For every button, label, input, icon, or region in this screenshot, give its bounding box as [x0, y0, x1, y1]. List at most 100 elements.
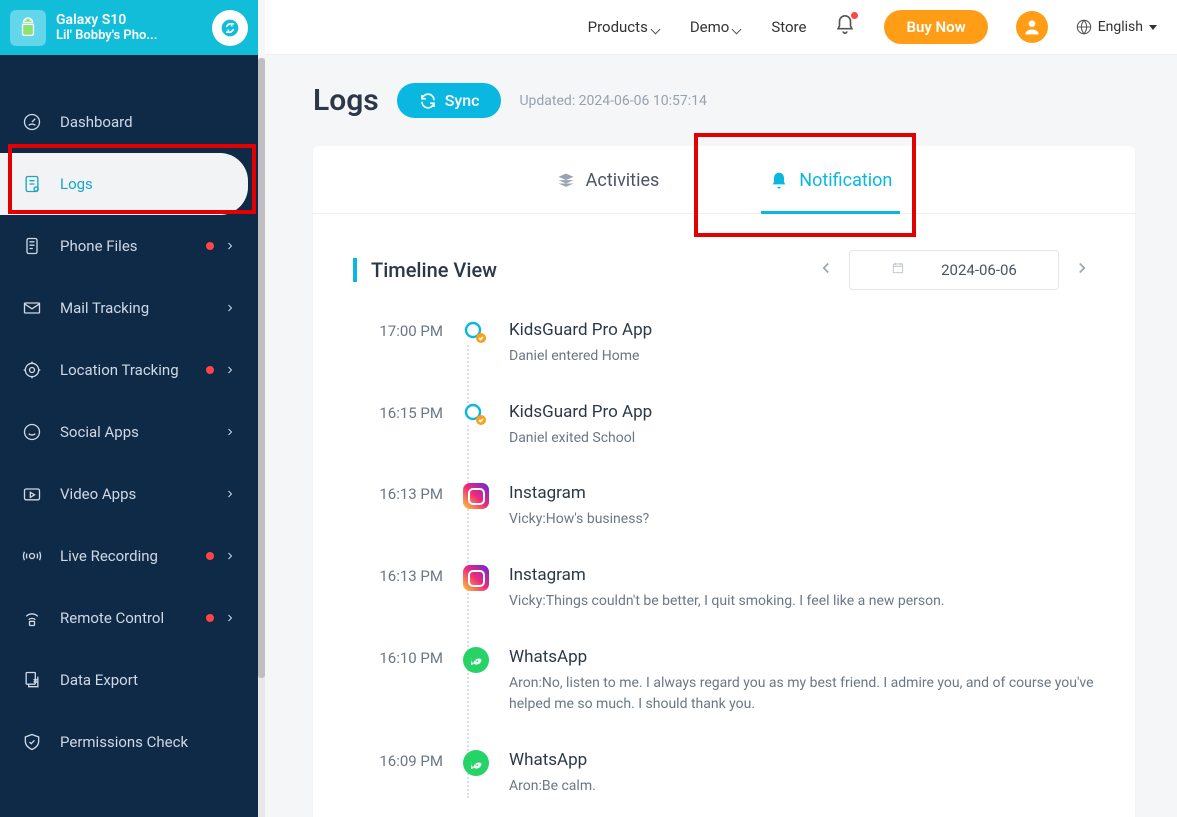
chevron-right-icon — [224, 361, 236, 380]
updated-text: Updated: 2024-06-06 10:57:14 — [519, 93, 706, 109]
alert-dot — [206, 552, 214, 560]
remote-icon — [22, 608, 42, 628]
timeline-message: Daniel entered Home — [509, 346, 1095, 368]
user-avatar[interactable] — [1016, 11, 1048, 43]
date-picker[interactable]: 2024-06-06 — [849, 250, 1059, 290]
timeline-row: 16:10 PM WhatsAppAron:No, listen to me. I… — [363, 647, 1095, 716]
tabs: Activities Notification — [313, 146, 1135, 214]
logs-card: Activities Notification Timeline View 20… — [313, 146, 1135, 817]
nav-products[interactable]: Products — [588, 18, 662, 36]
bell-icon — [769, 171, 789, 191]
globe-icon — [1076, 19, 1092, 35]
notification-dot — [851, 12, 858, 19]
chevron-down-icon — [652, 22, 662, 32]
timeline-time: 16:13 PM — [363, 483, 443, 531]
date-nav: 2024-06-06 — [813, 250, 1095, 290]
main-content: Logs Sync Updated: 2024-06-06 10:57:14 A… — [267, 55, 1177, 817]
caret-down-icon — [1149, 25, 1157, 30]
chevron-right-icon — [224, 485, 236, 504]
date-prev-button[interactable] — [813, 255, 839, 285]
timeline-row: 16:13 PM InstagramVicky:How's business? — [363, 483, 1095, 531]
dashboard-icon — [22, 112, 42, 132]
timeline-row: 16:15 PM KidsGuard Pro AppDaniel exited S… — [363, 402, 1095, 450]
date-next-button[interactable] — [1069, 255, 1095, 285]
timeline-body: Instagram Vicky:Things couldn't be better… — [509, 565, 1095, 613]
alert-dot — [206, 614, 214, 622]
sync-button[interactable]: Sync — [397, 83, 502, 118]
sidebar-nav: Dashboard Logs Phone Files Mail Tracking… — [0, 55, 258, 773]
chevron-down-icon — [733, 22, 743, 32]
timeline-body: KidsGuard Pro AppDaniel exited School — [509, 402, 1095, 450]
sidebar-item-live-recording[interactable]: Live Recording — [0, 525, 258, 587]
sidebar-scrollbar[interactable] — [258, 58, 265, 817]
timeline-row: 16:09 PMWhatsAppAron:Be calm. — [363, 750, 1095, 798]
nav-store[interactable]: Store — [771, 18, 806, 36]
app-icon-wa — [463, 750, 489, 776]
device-header: Galaxy S10 Lil' Bobby's Pho... — [0, 0, 258, 55]
chevron-right-icon — [224, 299, 236, 318]
timeline-body: WhatsAppAron:Be calm. — [509, 750, 1095, 798]
sidebar-item-data-export[interactable]: Data Export — [0, 649, 258, 711]
page-title: Logs — [313, 83, 379, 118]
tab-notification[interactable]: Notification — [729, 146, 932, 213]
logs-icon — [22, 174, 42, 194]
app-icon-kg — [463, 320, 489, 346]
timeline-message: Aron:Be calm. — [509, 776, 1095, 798]
timeline-message: Aron:No, listen to me. I always regard y… — [509, 673, 1095, 716]
sidebar-item-dashboard[interactable]: Dashboard — [0, 91, 258, 153]
sidebar-item-remote-control[interactable]: Remote Control — [0, 587, 258, 649]
timeline-time: 16:13 PM — [363, 565, 443, 613]
timeline-body: WhatsAppAron:No, listen to me. I always … — [509, 647, 1095, 716]
sidebar-item-mail-tracking[interactable]: Mail Tracking — [0, 277, 258, 339]
sidebar-item-logs[interactable]: Logs — [0, 153, 248, 215]
recording-icon — [22, 546, 42, 566]
timeline-time: 17:00 PM — [363, 320, 443, 368]
notification-bell-icon[interactable] — [834, 14, 856, 40]
timeline-message: Daniel exited School — [509, 428, 1095, 450]
nav-demo[interactable]: Demo — [690, 18, 744, 36]
files-icon — [22, 236, 42, 256]
timeline-message: Vicky:Things couldn't be better, I quit … — [509, 591, 1095, 613]
location-icon — [22, 360, 42, 380]
timeline-message: Vicky:How's business? — [509, 509, 1095, 531]
timeline-time: 16:10 PM — [363, 647, 443, 716]
timeline-title: Timeline View — [353, 258, 497, 282]
calendar-icon — [891, 261, 905, 279]
android-icon — [10, 10, 46, 46]
timeline-body: InstagramVicky:How's business? — [509, 483, 1095, 531]
chevron-right-icon — [224, 609, 236, 628]
timeline-header: Timeline View 2024-06-06 — [353, 250, 1095, 290]
alert-dot — [206, 242, 214, 250]
timeline-row: 16:13 PM Instagram Vicky:Things couldn't b… — [363, 565, 1095, 613]
chevron-right-icon — [224, 237, 236, 256]
sidebar-item-phone-files[interactable]: Phone Files — [0, 215, 258, 277]
app-icon-wa — [463, 647, 489, 673]
chat-icon — [22, 422, 42, 442]
mail-icon — [22, 298, 42, 318]
language-selector[interactable]: English — [1076, 19, 1157, 35]
device-name: Galaxy S10 — [56, 12, 202, 28]
timeline-row: 17:00 PM KidsGuard Pro AppDaniel entered … — [363, 320, 1095, 368]
sidebar-item-social-apps[interactable]: Social Apps — [0, 401, 258, 463]
layers-icon — [556, 171, 576, 191]
tab-activities[interactable]: Activities — [516, 146, 700, 213]
tab-content: Timeline View 2024-06-06 17:00 PM KidsGua… — [313, 214, 1135, 817]
sidebar-item-permissions-check[interactable]: Permissions Check — [0, 711, 258, 773]
switch-device-button[interactable] — [212, 10, 248, 46]
sidebar-item-video-apps[interactable]: Video Apps — [0, 463, 258, 525]
refresh-icon — [419, 92, 437, 110]
device-sub: Lil' Bobby's Pho... — [56, 28, 202, 43]
alert-dot — [206, 366, 214, 374]
page-header: Logs Sync Updated: 2024-06-06 10:57:14 — [313, 83, 1135, 118]
timeline-app-name: Instagram — [509, 565, 1095, 585]
app-icon-kg — [463, 402, 489, 428]
timeline-body: KidsGuard Pro AppDaniel entered Home — [509, 320, 1095, 368]
shield-icon — [22, 732, 42, 752]
top-navbar: Products Demo Store Buy Now English — [265, 0, 1177, 55]
app-icon-ig — [463, 565, 489, 591]
app-icon-ig — [463, 483, 489, 509]
video-icon — [22, 484, 42, 504]
timeline-time: 16:15 PM — [363, 402, 443, 450]
buy-now-button[interactable]: Buy Now — [884, 10, 987, 44]
sidebar-item-location-tracking[interactable]: Location Tracking — [0, 339, 258, 401]
